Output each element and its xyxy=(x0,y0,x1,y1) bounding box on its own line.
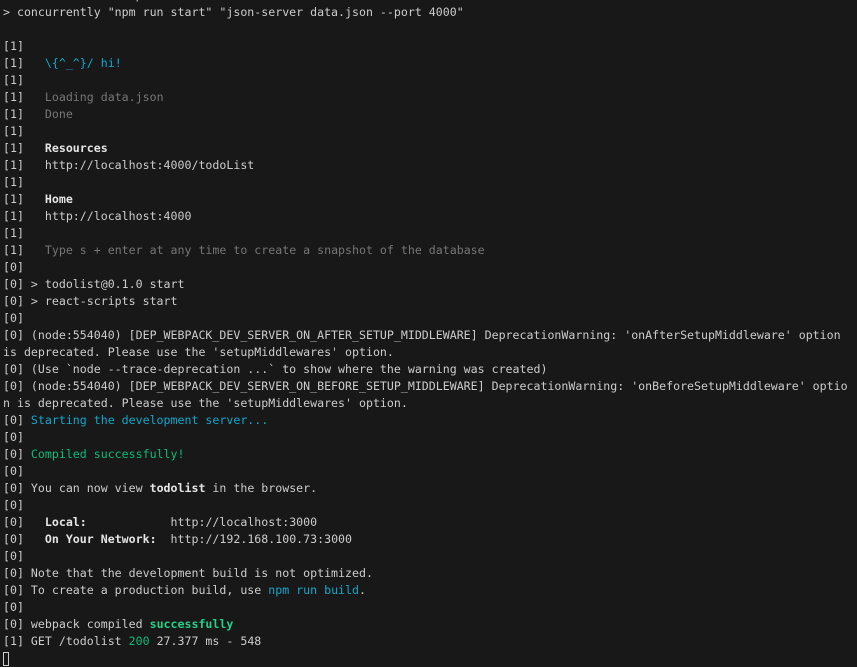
terminal-text: [0] xyxy=(3,515,45,529)
terminal-text: [1] xyxy=(3,175,24,189)
terminal-line: [0] webpack compiled successfully xyxy=(3,616,857,633)
terminal-line: [0] You can now view todolist in the bro… xyxy=(3,480,857,497)
terminal-text: . xyxy=(359,583,366,597)
terminal-line: [1] Resources xyxy=(3,140,857,157)
terminal-line: [1] GET /todolist 200 27.377 ms - 548 xyxy=(3,633,857,650)
terminal-text: \{^_^}/ hi! xyxy=(44,56,122,70)
terminal-text: [0] xyxy=(3,464,24,478)
terminal-text: [1] xyxy=(3,90,45,104)
terminal-text: [1] xyxy=(3,73,24,87)
terminal-line: [1] xyxy=(3,123,857,140)
terminal-text: [0] (Use `node --trace-deprecation ...` … xyxy=(3,362,548,376)
terminal-line: [1] \{^_^}/ hi! xyxy=(3,55,857,72)
terminal-line: [0] > todolist@0.1.0 start xyxy=(3,276,857,293)
terminal-text: Type s + enter at any time to create a s… xyxy=(44,243,485,257)
terminal-text: [0] (node:554040) [DEP_WEBPACK_DEV_SERVE… xyxy=(3,328,841,342)
terminal-line: n is deprecated. Please use the 'setupMi… xyxy=(3,395,857,412)
terminal-text: is deprecated. Please use the 'setupMidd… xyxy=(3,345,394,359)
terminal-text: [0] xyxy=(3,430,24,444)
terminal-text: [0] To create a production build, use xyxy=(3,583,269,597)
terminal-text: Local: xyxy=(44,515,87,529)
terminal-text: Home xyxy=(44,192,73,206)
terminal-text: [0] Note that the development build is n… xyxy=(3,566,373,580)
terminal-line: [1] Type s + enter at any time to create… xyxy=(3,242,857,259)
terminal-text: [1] xyxy=(3,243,45,257)
terminal-line: [0] (node:554040) [DEP_WEBPACK_DEV_SERVE… xyxy=(3,378,857,395)
terminal-line: [0] xyxy=(3,497,857,514)
terminal-text: 200 xyxy=(128,634,150,648)
terminal-text: [0] xyxy=(3,311,24,325)
terminal-text: [0] xyxy=(3,532,45,546)
terminal-line: [0] > react-scripts start xyxy=(3,293,857,310)
terminal-text: npm run build xyxy=(268,583,359,597)
terminal-text: [0] You can now view xyxy=(3,481,150,495)
terminal-text: [1] xyxy=(3,192,45,206)
terminal-line: [0] xyxy=(3,548,857,565)
terminal-text: [0] > react-scripts start xyxy=(3,294,178,308)
terminal-text: [1] xyxy=(3,226,24,240)
terminal-text: [0] (node:554040) [DEP_WEBPACK_DEV_SERVE… xyxy=(3,379,848,393)
terminal-text: [0] webpack compiled xyxy=(3,617,150,631)
terminal-text: Loading data.json xyxy=(44,90,164,104)
terminal-line: [0] Compiled successfully! xyxy=(3,446,857,463)
terminal-text: Resources xyxy=(44,141,108,155)
terminal-line: [0] (node:554040) [DEP_WEBPACK_DEV_SERVE… xyxy=(3,327,857,344)
terminal-text: http://192.168.100.73:3000 xyxy=(156,532,353,546)
terminal-text: todolist xyxy=(149,481,206,495)
terminal-prompt-line[interactable] xyxy=(3,650,857,667)
terminal-text: [0] xyxy=(3,413,31,427)
terminal-text: [0] xyxy=(3,260,24,274)
terminal-text: [1] xyxy=(3,141,45,155)
terminal-line: [1] http://localhost:4000 xyxy=(3,208,857,225)
terminal-line: [1] Done xyxy=(3,106,857,123)
terminal-text: [1] GET /todolist xyxy=(3,634,129,648)
terminal-line: [1] http://localhost:4000/todoList xyxy=(3,157,857,174)
terminal-text: "react-scripts" -> 2.1.1 xyxy=(3,0,227,2)
terminal-line: [0] Note that the development build is n… xyxy=(3,565,857,582)
terminal-text: successfully xyxy=(149,617,234,631)
terminal-text: [0] xyxy=(3,498,24,512)
terminal-text: http://localhost:3000 xyxy=(86,515,318,529)
terminal-line: [0] Starting the development server... xyxy=(3,412,857,429)
terminal-text: n is deprecated. Please use the 'setupMi… xyxy=(3,396,408,410)
terminal-line: [1] xyxy=(3,225,857,242)
terminal-line: [1] Loading data.json xyxy=(3,89,857,106)
terminal-text: [0] > todolist@0.1.0 start xyxy=(3,277,185,291)
terminal-line: [0] On Your Network: http://192.168.100.… xyxy=(3,531,857,548)
terminal-text: [1] xyxy=(3,124,24,138)
terminal-text: in the browser. xyxy=(205,481,318,495)
terminal-text: [0] xyxy=(3,600,24,614)
terminal-line: [0] xyxy=(3,599,857,616)
terminal-text: Starting the development server... xyxy=(30,413,269,427)
terminal-line: [0] To create a production build, use np… xyxy=(3,582,857,599)
terminal-text: On Your Network: xyxy=(44,532,157,546)
terminal-line: is deprecated. Please use the 'setupMidd… xyxy=(3,344,857,361)
terminal-text: > concurrently "npm run start" "json-ser… xyxy=(3,5,464,19)
terminal-line: [0] xyxy=(3,429,857,446)
terminal-text: [1] xyxy=(3,107,45,121)
cursor-icon xyxy=(3,651,9,666)
terminal-line: [1] xyxy=(3,174,857,191)
terminal-line: [0] xyxy=(3,259,857,276)
terminal-text: Compiled successfully! xyxy=(30,447,185,461)
terminal-line: [0] xyxy=(3,463,857,480)
terminal-text: [1] xyxy=(3,39,24,53)
terminal-line: [0] xyxy=(3,310,857,327)
terminal-text: [0] xyxy=(3,549,24,563)
terminal-line: > concurrently "npm run start" "json-ser… xyxy=(3,4,857,21)
terminal-text: Done xyxy=(44,107,73,121)
terminal-text: [1] xyxy=(3,56,45,70)
terminal-output[interactable]: "react-scripts" -> 2.1.1 > concurrently "… xyxy=(3,0,857,667)
terminal-line: [1] xyxy=(3,38,857,55)
terminal-text: [1] http://localhost:4000/todoList xyxy=(3,158,255,172)
terminal-line: [1] xyxy=(3,72,857,89)
terminal-text: 27.377 ms - 548 xyxy=(149,634,262,648)
terminal-line: [0] (Use `node --trace-deprecation ...` … xyxy=(3,361,857,378)
terminal-text: [1] http://localhost:4000 xyxy=(3,209,192,223)
terminal-line: [0] Local: http://localhost:3000 xyxy=(3,514,857,531)
terminal-line: [1] Home xyxy=(3,191,857,208)
terminal-text: [0] xyxy=(3,447,31,461)
